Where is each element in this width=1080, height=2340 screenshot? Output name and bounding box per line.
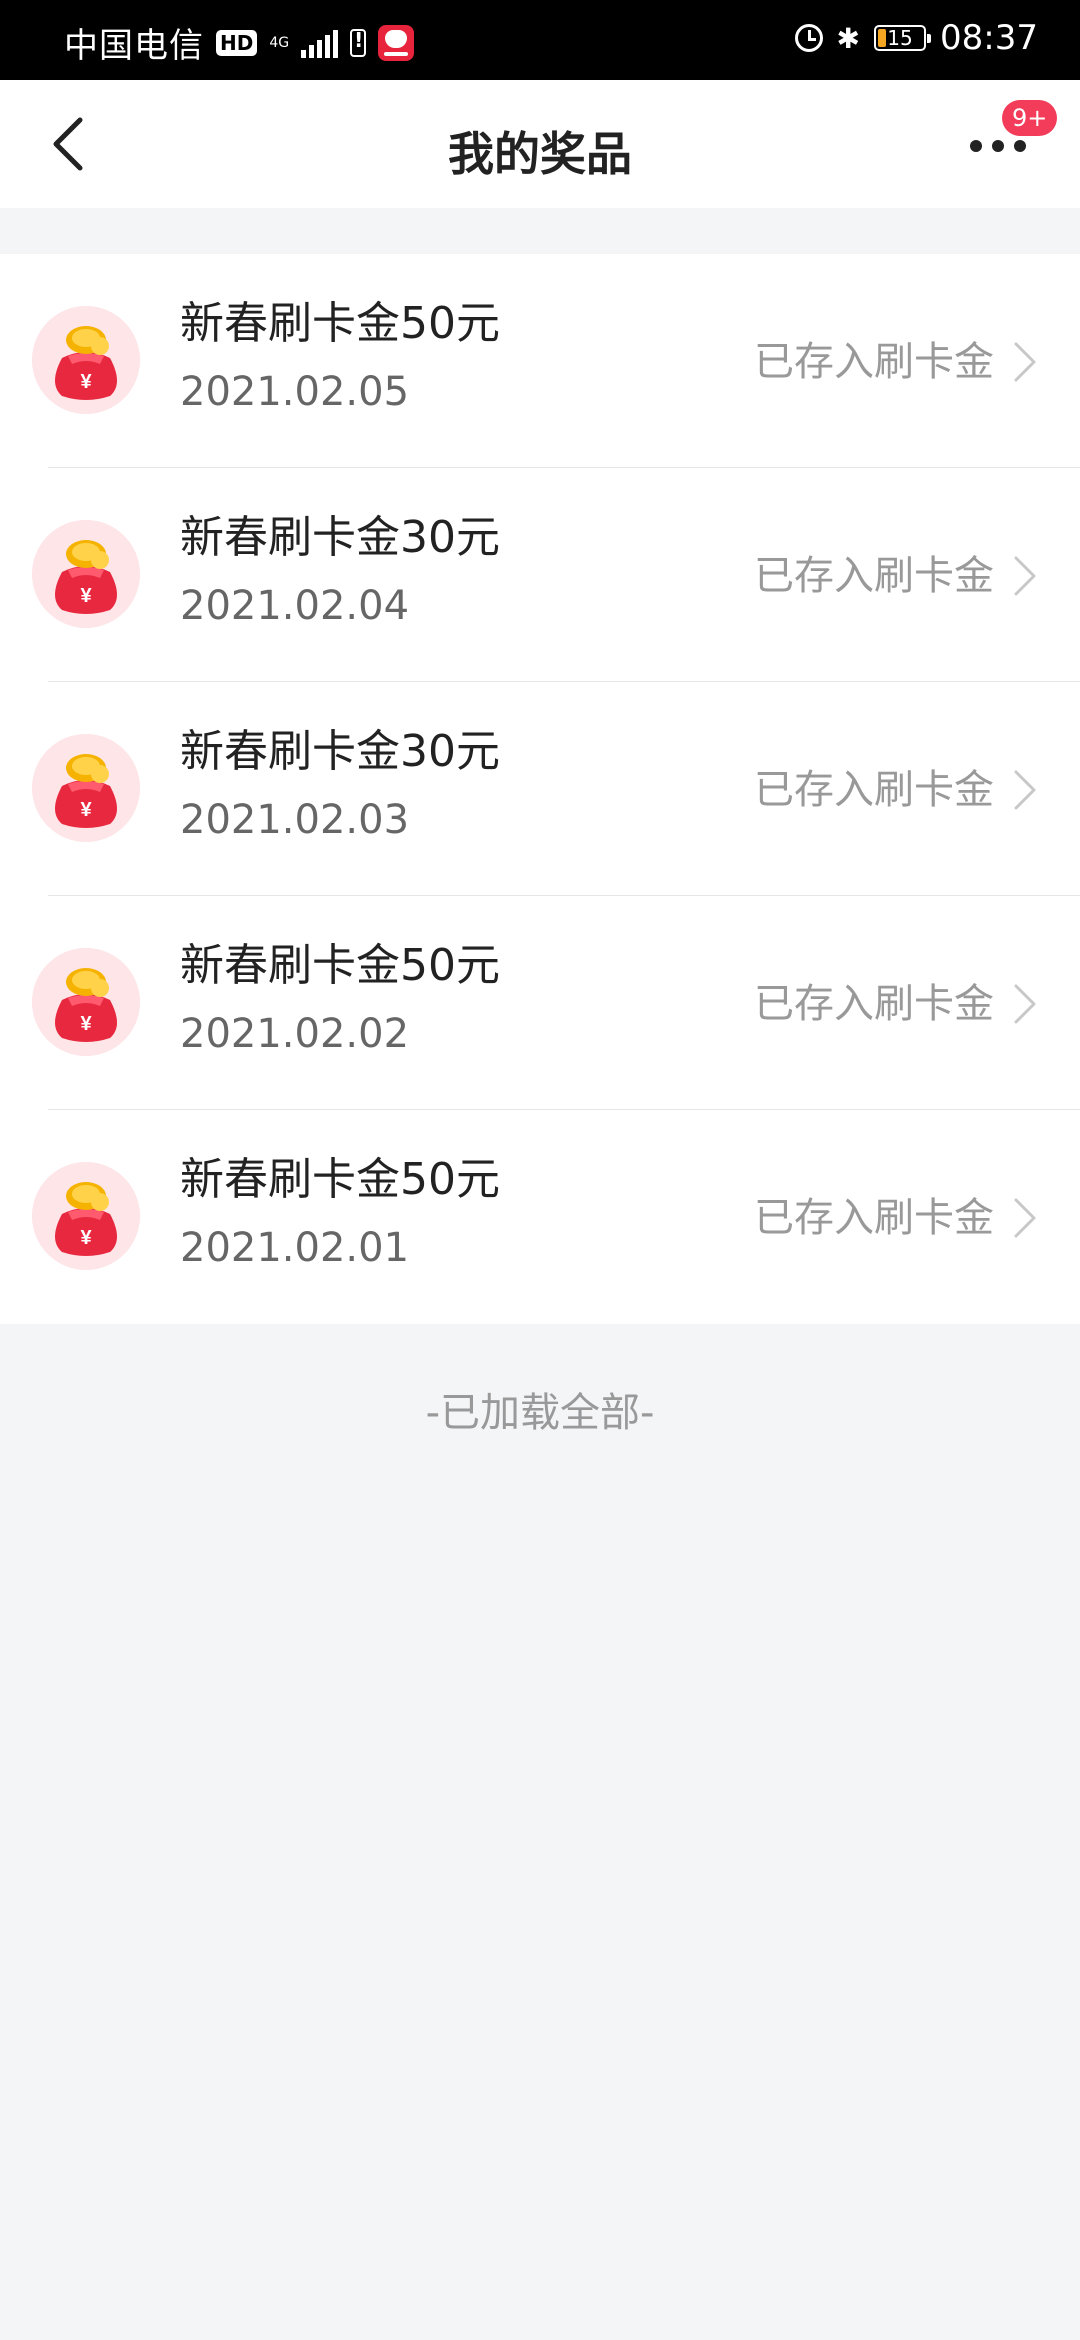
hd-icon: HD bbox=[216, 29, 258, 56]
more-button[interactable]: 9+ bbox=[958, 100, 1058, 170]
prize-name: 新春刷卡金50元 bbox=[180, 940, 500, 991]
prize-date: 2021.02.01 bbox=[180, 1225, 410, 1271]
money-bag-icon: ¥ bbox=[32, 520, 140, 628]
notification-badge: 9+ bbox=[1002, 100, 1058, 136]
svg-text:¥: ¥ bbox=[80, 371, 92, 393]
prize-info: 新春刷卡金50元 2021.02.05 bbox=[180, 296, 500, 420]
chevron-right-icon bbox=[1014, 1198, 1036, 1238]
prize-date: 2021.02.05 bbox=[180, 369, 410, 415]
chevron-right-icon bbox=[1014, 770, 1036, 810]
chevron-right-icon bbox=[1014, 984, 1036, 1024]
phone-alert-icon bbox=[350, 28, 367, 57]
page-title: 我的奖品 bbox=[448, 127, 632, 181]
network-type: 4G bbox=[269, 34, 290, 51]
prize-info: 新春刷卡金50元 2021.02.01 bbox=[180, 1152, 500, 1276]
app-notification-icon bbox=[378, 24, 415, 61]
prize-status: 已存入刷卡金 bbox=[754, 1195, 994, 1241]
prize-status: 已存入刷卡金 bbox=[754, 553, 994, 599]
money-bag-icon: ¥ bbox=[32, 306, 140, 414]
prize-info: 新春刷卡金30元 2021.02.03 bbox=[180, 724, 500, 848]
prize-row[interactable]: ¥ 新春刷卡金30元 2021.02.04 已存入刷卡金 bbox=[0, 468, 1080, 682]
bluetooth-icon: ✱ bbox=[836, 21, 861, 55]
carrier-name: 中国电信 bbox=[64, 26, 204, 66]
money-bag-icon: ¥ bbox=[32, 948, 140, 1056]
svg-text:¥: ¥ bbox=[80, 799, 92, 821]
prize-status: 已存入刷卡金 bbox=[754, 767, 994, 813]
prize-name: 新春刷卡金30元 bbox=[180, 512, 500, 563]
prize-info: 新春刷卡金30元 2021.02.04 bbox=[180, 510, 500, 634]
nav-header: 我的奖品 9+ bbox=[0, 80, 1080, 208]
prize-status: 已存入刷卡金 bbox=[754, 981, 994, 1027]
prize-row[interactable]: ¥ 新春刷卡金50元 2021.02.05 已存入刷卡金 bbox=[0, 254, 1080, 468]
status-bar-left: 中国电信 HD 4G bbox=[64, 18, 415, 67]
more-dots-icon bbox=[970, 140, 982, 152]
prize-name: 新春刷卡金30元 bbox=[180, 726, 500, 777]
status-bar-right: ✱ 15 08:37 bbox=[794, 18, 1038, 58]
clock: 08:37 bbox=[940, 18, 1038, 58]
prize-row[interactable]: ¥ 新春刷卡金50元 2021.02.02 已存入刷卡金 bbox=[0, 896, 1080, 1110]
battery-icon: 15 bbox=[874, 25, 932, 51]
status-bar: 中国电信 HD 4G ✱ 15 08:37 bbox=[0, 0, 1080, 80]
prize-status: 已存入刷卡金 bbox=[754, 339, 994, 385]
prize-row[interactable]: ¥ 新春刷卡金30元 2021.02.03 已存入刷卡金 bbox=[0, 682, 1080, 896]
money-bag-icon: ¥ bbox=[32, 1162, 140, 1270]
chevron-right-icon bbox=[1014, 342, 1036, 382]
alarm-icon bbox=[794, 24, 823, 52]
prize-date: 2021.02.03 bbox=[180, 797, 410, 843]
prize-date: 2021.02.04 bbox=[180, 583, 410, 629]
svg-text:¥: ¥ bbox=[80, 1013, 92, 1035]
money-bag-icon: ¥ bbox=[32, 734, 140, 842]
signal-icon bbox=[301, 28, 339, 58]
svg-text:¥: ¥ bbox=[80, 585, 92, 607]
svg-text:¥: ¥ bbox=[80, 1227, 92, 1249]
prize-date: 2021.02.02 bbox=[180, 1011, 410, 1057]
chevron-right-icon bbox=[1014, 556, 1036, 596]
prize-row[interactable]: ¥ 新春刷卡金50元 2021.02.01 已存入刷卡金 bbox=[0, 1110, 1080, 1324]
prize-info: 新春刷卡金50元 2021.02.02 bbox=[180, 938, 500, 1062]
prize-list: ¥ 新春刷卡金50元 2021.02.05 已存入刷卡金 ¥ 新春刷卡金30元 … bbox=[0, 254, 1080, 1324]
prize-name: 新春刷卡金50元 bbox=[180, 1154, 500, 1205]
load-all-footer: -已加载全部- bbox=[425, 1390, 655, 1436]
battery-level: 15 bbox=[887, 26, 913, 50]
prize-name: 新春刷卡金50元 bbox=[180, 298, 500, 349]
